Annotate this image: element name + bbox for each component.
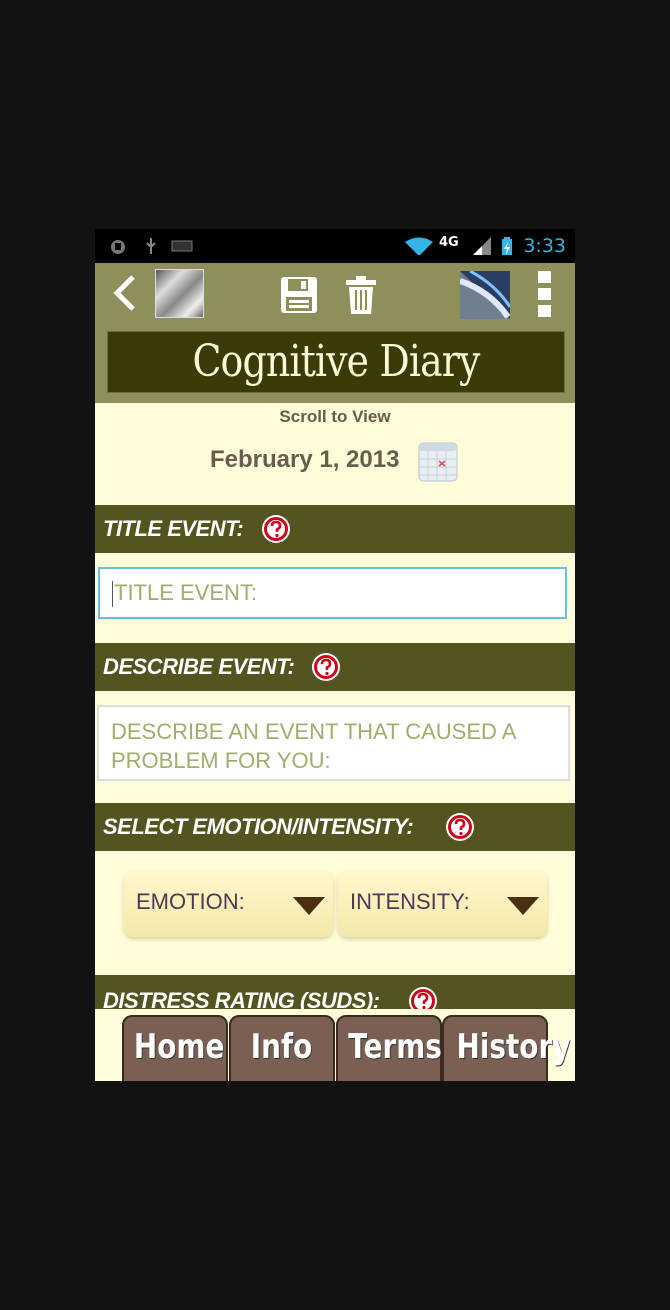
tab-info[interactable]: Info xyxy=(229,1015,335,1081)
app-screen: 4G 3:33 Cognitive Diary Scroll to View F… xyxy=(95,229,575,1081)
title-event-placeholder: TITLE EVENT: xyxy=(114,580,258,605)
tab-home-label: Home xyxy=(133,1027,225,1067)
tab-history[interactable]: History xyxy=(442,1015,570,1081)
action-bar xyxy=(95,263,575,323)
back-chevron-icon[interactable] xyxy=(111,273,137,313)
emotion-dropdown-label: EMOTION: xyxy=(136,889,245,914)
describe-event-header: DESCRIBE EVENT: xyxy=(95,643,575,691)
help-icon[interactable] xyxy=(261,514,291,544)
describe-event-input[interactable]: DESCRIBE AN EVENT THAT CAUSED A PROBLEM … xyxy=(97,705,570,781)
scroll-hint: Scroll to View xyxy=(279,407,391,426)
title-event-label: TITLE EVENT: xyxy=(103,516,244,541)
title-event-header: TITLE EVENT: xyxy=(95,505,575,553)
help-icon[interactable] xyxy=(311,652,341,682)
banner-box: Cognitive Diary xyxy=(107,331,565,393)
tab-home[interactable]: Home xyxy=(122,1015,228,1081)
title-event-input[interactable]: TITLE EVENT: xyxy=(98,567,567,619)
tab-info-label: Info xyxy=(251,1027,313,1067)
app-logo-icon[interactable] xyxy=(460,271,510,319)
wifi-icon xyxy=(405,237,433,255)
overflow-menu-icon[interactable] xyxy=(537,271,553,317)
usb-icon xyxy=(146,238,156,254)
notification-icon xyxy=(171,240,193,252)
tab-terms[interactable]: Terms xyxy=(336,1015,442,1081)
emotion-label: SELECT EMOTION/INTENSITY: xyxy=(103,814,414,839)
battery-charging-icon xyxy=(502,237,512,255)
tab-history-label: History xyxy=(456,1027,571,1067)
android-debug-icon xyxy=(111,240,125,254)
entry-date[interactable]: February 1, 2013 xyxy=(210,446,399,474)
status-bar: 4G 3:33 xyxy=(95,229,575,263)
help-icon[interactable] xyxy=(445,812,475,842)
tab-terms-label: Terms xyxy=(348,1027,442,1067)
app-title: Cognitive Diary xyxy=(192,336,480,387)
trash-icon[interactable] xyxy=(345,275,377,315)
avatar[interactable] xyxy=(155,269,204,318)
calendar-icon[interactable] xyxy=(418,442,458,482)
signal-icon xyxy=(473,237,491,255)
emotion-dropdown[interactable]: EMOTION: xyxy=(124,871,333,937)
dropdown-arrow-icon xyxy=(293,897,325,915)
describe-event-label: DESCRIBE EVENT: xyxy=(103,654,295,679)
intensity-dropdown[interactable]: INTENSITY: xyxy=(338,871,547,937)
dropdown-arrow-icon xyxy=(507,897,539,915)
intensity-dropdown-label: INTENSITY: xyxy=(350,889,470,914)
clock: 3:33 xyxy=(523,235,566,257)
text-cursor xyxy=(112,581,113,607)
emotion-header: SELECT EMOTION/INTENSITY: xyxy=(95,803,575,851)
app-banner: Cognitive Diary xyxy=(95,323,575,403)
network-type: 4G xyxy=(439,235,459,250)
bottom-tab-bar: Home Info Terms History xyxy=(95,1009,575,1081)
describe-event-placeholder: DESCRIBE AN EVENT THAT CAUSED A PROBLEM … xyxy=(111,719,516,773)
save-icon[interactable] xyxy=(279,275,319,315)
